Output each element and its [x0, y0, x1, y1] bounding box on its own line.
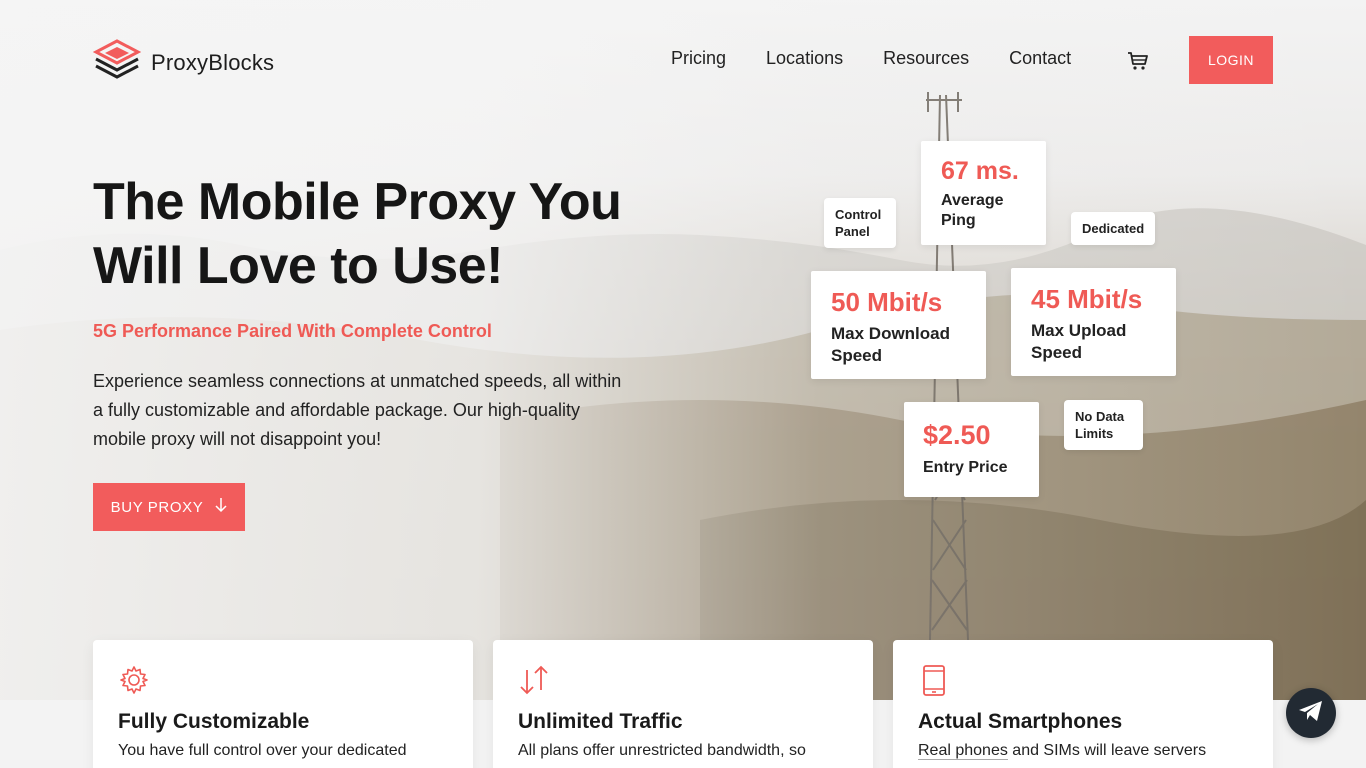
stat-ping-value: 67 ms.	[941, 157, 1019, 185]
telegram-icon	[1298, 700, 1324, 727]
feature-card-smartphones: Actual Smartphones Real phones and SIMs …	[893, 640, 1273, 768]
feature-text: You have full control over your dedicate…	[118, 742, 407, 759]
arrow-down-icon	[215, 497, 227, 517]
stat-ping-card: 67 ms. Average Ping	[921, 141, 1046, 245]
feature-text: Real phones and SIMs will leave servers	[918, 742, 1248, 760]
nav-item-locations[interactable]: Locations	[766, 48, 843, 69]
stat-ping-label: Average Ping	[941, 192, 1004, 229]
gear-icon	[118, 664, 150, 696]
logo-icon	[92, 39, 142, 86]
feature-card-customizable: Fully Customizable You have full control…	[93, 640, 473, 768]
stat-upload-card: 45 Mbit/s Max Upload Speed	[1011, 268, 1176, 376]
telegram-chat-button[interactable]	[1286, 688, 1336, 738]
stat-download-label: Max Download Speed	[831, 324, 951, 365]
cart-icon[interactable]	[1127, 49, 1149, 71]
smartphone-icon	[918, 664, 950, 696]
stat-price-label: Entry Price	[923, 459, 1008, 476]
real-phones-link[interactable]: Real phones	[918, 742, 1008, 760]
feature-title: Unlimited Traffic	[518, 710, 683, 733]
arrows-icon	[518, 664, 550, 696]
tag-no-data-limits: No Data Limits	[1064, 400, 1143, 450]
brand-logo[interactable]: ProxyBlocks	[92, 39, 275, 86]
feature-title: Actual Smartphones	[918, 710, 1123, 733]
feature-card-traffic: Unlimited Traffic All plans offer unrest…	[493, 640, 873, 768]
stat-download-value: 50 Mbit/s	[831, 287, 943, 317]
hero-subtitle: 5G Performance Paired With Complete Cont…	[93, 321, 492, 341]
main-nav: Pricing Locations Resources Contact	[671, 48, 1071, 69]
stat-download-card: 50 Mbit/s Max Download Speed	[811, 271, 986, 379]
stat-upload-label: Max Upload Speed	[1031, 321, 1127, 362]
hero-title: The Mobile Proxy You Will Love to Use!	[93, 173, 622, 295]
buy-proxy-button[interactable]: BUY PROXY	[93, 483, 245, 531]
brand-name: ProxyBlocks	[151, 49, 275, 75]
stat-upload-value: 45 Mbit/s	[1031, 284, 1143, 314]
feature-text: All plans offer unrestricted bandwidth, …	[518, 742, 806, 759]
hero-description: Experience seamless connections at unmat…	[93, 371, 622, 449]
buy-proxy-label: BUY PROXY	[110, 498, 204, 516]
nav-item-pricing[interactable]: Pricing	[671, 48, 726, 69]
tag-control-panel: Control Panel	[824, 198, 896, 248]
feature-title: Fully Customizable	[118, 710, 310, 733]
nav-item-contact[interactable]: Contact	[1009, 48, 1071, 69]
stat-price-card: $2.50 Entry Price	[904, 402, 1039, 497]
stat-price-value: $2.50	[923, 420, 991, 450]
tag-dedicated: Dedicated	[1071, 212, 1156, 245]
login-button[interactable]: LOGIN	[1189, 36, 1273, 84]
nav-item-resources[interactable]: Resources	[883, 48, 969, 69]
feature-text-rest: and SIMs will leave servers	[1007, 742, 1207, 759]
